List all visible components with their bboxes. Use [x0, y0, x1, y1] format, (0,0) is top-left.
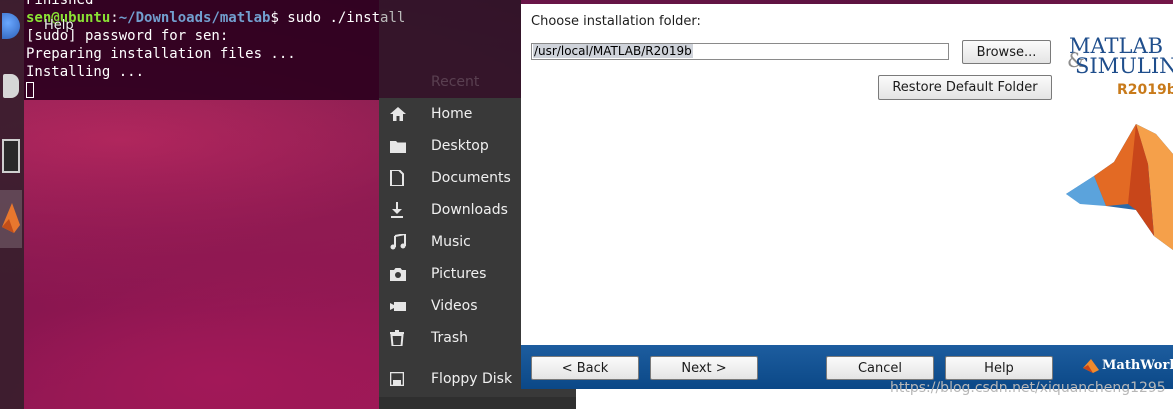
brand-release: R2019b: [1117, 82, 1173, 98]
sidebar-item-label: Pictures: [431, 266, 487, 282]
launcher-terminal[interactable]: [0, 136, 22, 176]
launcher-matlab[interactable]: [0, 190, 22, 248]
folder-value: /usr/local/MATLAB/R2019b: [533, 44, 693, 58]
launcher: [0, 0, 24, 409]
sidebar-item-label: Videos: [431, 298, 478, 314]
terminal-path: ~/Downloads/matlab: [118, 10, 271, 26]
sidebar-item-label: Documents: [431, 170, 511, 186]
home-icon: [379, 107, 431, 121]
choose-folder-label: Choose installation folder:: [531, 14, 701, 29]
video-icon: [379, 300, 431, 312]
camera-icon: [379, 267, 431, 281]
trash-icon: [379, 330, 431, 346]
files-header-ghost: Recent: [379, 0, 521, 98]
sidebar-item-label: Home: [431, 106, 473, 122]
help-button[interactable]: Help: [945, 356, 1053, 380]
launcher-settings[interactable]: [0, 66, 22, 106]
matlab-installer-dialog: Choose installation folder: /usr/local/M…: [521, 4, 1173, 389]
restore-default-folder-button[interactable]: Restore Default Folder: [878, 75, 1052, 100]
brand-simulink: SIMULINK: [1075, 54, 1173, 78]
mathworks-membrane-icon: [1083, 359, 1099, 373]
firefox-icon: [2, 13, 20, 39]
music-icon: [379, 234, 431, 250]
matlab-icon: [2, 203, 20, 233]
sidebar-item-label: Downloads: [431, 202, 508, 218]
next-button[interactable]: Next >: [650, 356, 758, 380]
sidebar-item-label: Music: [431, 234, 471, 250]
download-icon: [379, 202, 431, 218]
sidebar-item-label: Floppy Disk: [431, 371, 513, 387]
folder-icon: [379, 139, 431, 153]
sidebar-item-label: Trash: [431, 330, 468, 346]
mathworks-label: MathWorks: [1102, 357, 1173, 373]
install-folder-input[interactable]: /usr/local/MATLAB/R2019b: [531, 43, 949, 60]
matlab-peaks-logo-icon: [1066, 124, 1173, 250]
back-button[interactable]: < Back: [531, 356, 639, 380]
sidebar-item-label: Desktop: [431, 138, 489, 154]
document-icon: [379, 170, 431, 186]
terminal-cursor: [26, 82, 34, 98]
files-bottom-bar: [379, 397, 576, 409]
floppy-icon: [379, 372, 431, 386]
gear-icon: [3, 74, 19, 98]
browse-button[interactable]: Browse...: [962, 40, 1051, 64]
installer-content: Choose installation folder: /usr/local/M…: [521, 4, 1173, 345]
terminal-colon: :: [110, 10, 119, 26]
watermark: https://blog.csdn.net/xiquancheng1295: [890, 380, 1166, 396]
recent-label: Recent: [431, 74, 480, 90]
matlab-simulink-logo: MATLAB & SIMULINK R2019b: [1067, 34, 1173, 104]
cancel-button[interactable]: Cancel: [826, 356, 934, 380]
mathworks-logo: MathWorks: [1083, 357, 1173, 373]
help-tooltip: Help: [44, 18, 74, 33]
terminal-icon: [2, 139, 20, 173]
launcher-firefox[interactable]: [0, 6, 22, 46]
